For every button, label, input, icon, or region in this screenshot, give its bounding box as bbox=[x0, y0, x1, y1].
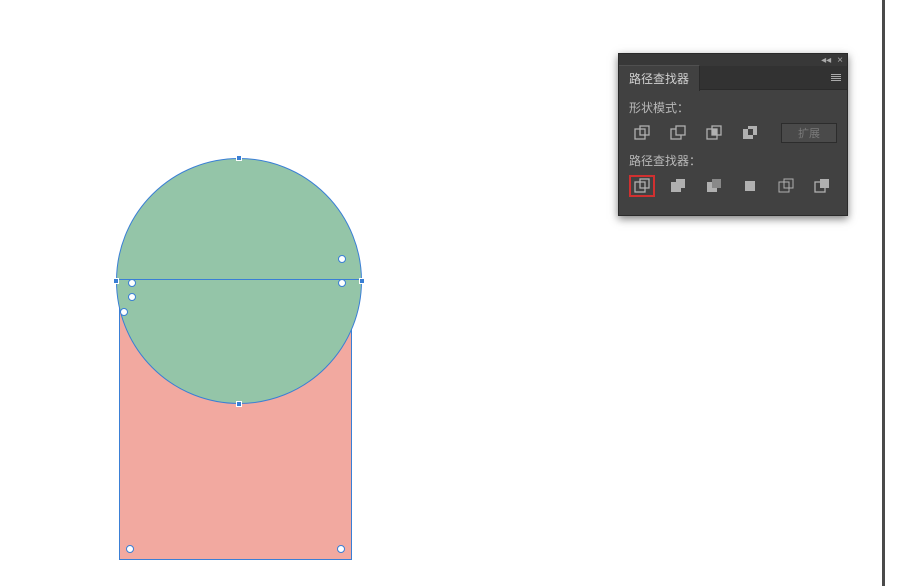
minus-back-icon bbox=[813, 178, 831, 194]
exclude-button[interactable] bbox=[737, 122, 763, 144]
merge-button[interactable] bbox=[701, 175, 727, 197]
merge-icon bbox=[705, 178, 723, 194]
outline-button[interactable] bbox=[773, 175, 799, 197]
divide-button[interactable] bbox=[629, 175, 655, 197]
ellipse-shape[interactable] bbox=[116, 158, 362, 404]
panel-tabs: 路径查找器 bbox=[619, 66, 847, 90]
minus-back-button[interactable] bbox=[809, 175, 835, 197]
intersect-button[interactable] bbox=[701, 122, 727, 144]
path-segment bbox=[116, 279, 362, 280]
trim-button[interactable] bbox=[665, 175, 691, 197]
shape-modes-row: 扩展 bbox=[629, 122, 837, 144]
pathfinders-row bbox=[629, 175, 837, 197]
anchor-point[interactable] bbox=[128, 293, 136, 301]
divide-icon bbox=[633, 178, 651, 194]
tab-pathfinder[interactable]: 路径查找器 bbox=[619, 65, 700, 91]
unite-button[interactable] bbox=[629, 122, 655, 144]
anchor-point[interactable] bbox=[338, 255, 346, 263]
expand-button[interactable]: 扩展 bbox=[781, 123, 837, 143]
anchor-point[interactable] bbox=[126, 545, 134, 553]
crop-button[interactable] bbox=[737, 175, 763, 197]
exclude-icon bbox=[741, 125, 759, 141]
panel-menu-icon[interactable] bbox=[831, 74, 841, 81]
ruler-edge bbox=[882, 0, 885, 586]
outline-icon bbox=[777, 178, 795, 194]
pathfinders-label: 路径查找器： bbox=[629, 152, 837, 169]
crop-icon bbox=[741, 178, 759, 194]
minus-front-icon bbox=[669, 125, 687, 141]
selection-handle[interactable] bbox=[236, 155, 242, 161]
minus-front-button[interactable] bbox=[665, 122, 691, 144]
intersect-icon bbox=[705, 125, 723, 141]
anchor-point[interactable] bbox=[337, 545, 345, 553]
close-icon[interactable]: × bbox=[837, 55, 843, 66]
selection-handle[interactable] bbox=[113, 278, 119, 284]
unite-icon bbox=[633, 125, 651, 141]
anchor-point[interactable] bbox=[338, 279, 346, 287]
selection-handle[interactable] bbox=[359, 278, 365, 284]
pathfinder-panel: ◂◂ × 路径查找器 形状模式： 扩展 路径查找器 bbox=[618, 53, 848, 216]
selection-handle[interactable] bbox=[236, 401, 242, 407]
anchor-point[interactable] bbox=[120, 308, 128, 316]
shape-modes-label: 形状模式： bbox=[629, 99, 837, 116]
collapse-icon[interactable]: ◂◂ bbox=[821, 55, 831, 66]
anchor-point[interactable] bbox=[128, 279, 136, 287]
trim-icon bbox=[669, 178, 687, 194]
